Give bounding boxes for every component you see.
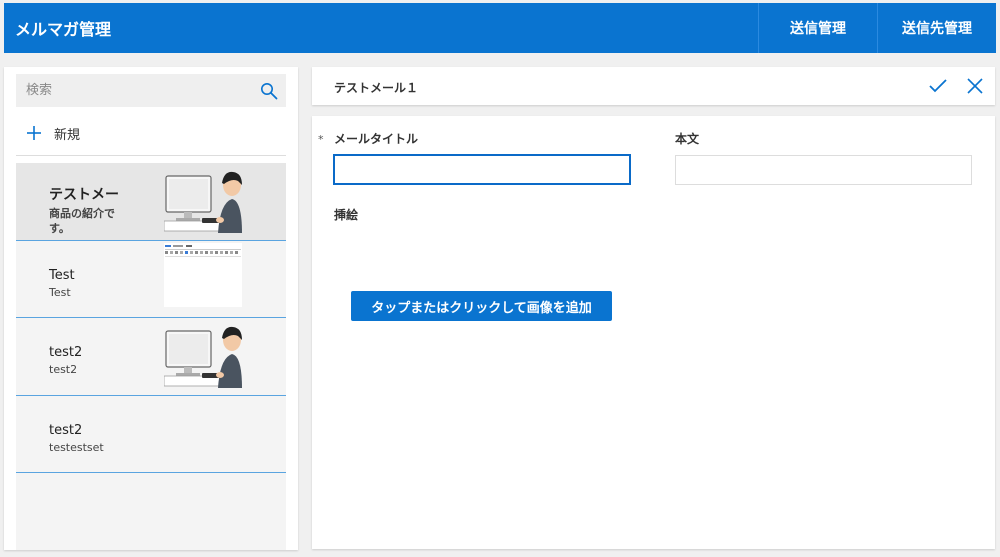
person-at-computer-thumbnail (164, 324, 242, 388)
person-at-computer-thumbnail (164, 169, 242, 233)
new-item-button[interactable]: 新規 (16, 113, 286, 153)
add-image-button[interactable]: タップまたはクリックして画像を追加 (351, 291, 612, 321)
app-header: メルマガ管理 送信管理 送信先管理 (4, 3, 996, 53)
screenshot-thumbnail (164, 242, 242, 307)
gallery-panel: 新規 テストメー 商品の紹介で す。 Test (4, 67, 298, 550)
list-item-subtitle: test2 (49, 363, 78, 376)
list-item-title: test2 (49, 345, 83, 360)
list-item-subtitle: testestset (49, 440, 104, 454)
search-input[interactable] (16, 74, 246, 107)
form-header: テストメール１ (312, 67, 995, 105)
search-box (16, 74, 286, 107)
list-item[interactable]: test2 test2 (16, 318, 286, 396)
body-label: 本文 (675, 132, 700, 146)
mail-title-input[interactable] (333, 154, 631, 185)
divider (16, 155, 286, 156)
list-item-subtitle: 商品の紹介で (49, 207, 115, 220)
new-item-label: 新規 (54, 127, 81, 143)
list-item-subtitle-cont: す。 (49, 222, 70, 235)
list-item-title: テストメー (49, 187, 119, 203)
required-mark: * (318, 133, 324, 146)
list-item[interactable]: Test Test (16, 240, 286, 318)
check-icon[interactable] (929, 78, 947, 94)
list-item-subtitle: Test (49, 285, 71, 299)
edit-form: * メールタイトル 本文 挿絵 タップまたはクリックして画像を追加 (312, 116, 995, 549)
image-label: 挿絵 (334, 208, 359, 222)
mail-list: テストメー 商品の紹介で す。 Test Test test2 test2 te… (16, 163, 286, 550)
list-item[interactable]: テストメー 商品の紹介で す。 (16, 163, 286, 241)
list-item[interactable]: test2 testestset (16, 395, 286, 473)
form-title: テストメール１ (334, 81, 419, 95)
app-title: メルマガ管理 (15, 20, 112, 39)
close-icon[interactable] (967, 78, 983, 94)
list-item-title: Test (49, 267, 75, 283)
list-item-title: test2 (49, 422, 83, 438)
body-input[interactable] (675, 155, 972, 185)
search-icon[interactable] (260, 82, 278, 100)
mail-title-label: メールタイトル (334, 132, 419, 146)
plus-icon (27, 126, 41, 140)
send-manage-button[interactable]: 送信管理 (758, 3, 877, 53)
destination-manage-button[interactable]: 送信先管理 (877, 3, 996, 53)
